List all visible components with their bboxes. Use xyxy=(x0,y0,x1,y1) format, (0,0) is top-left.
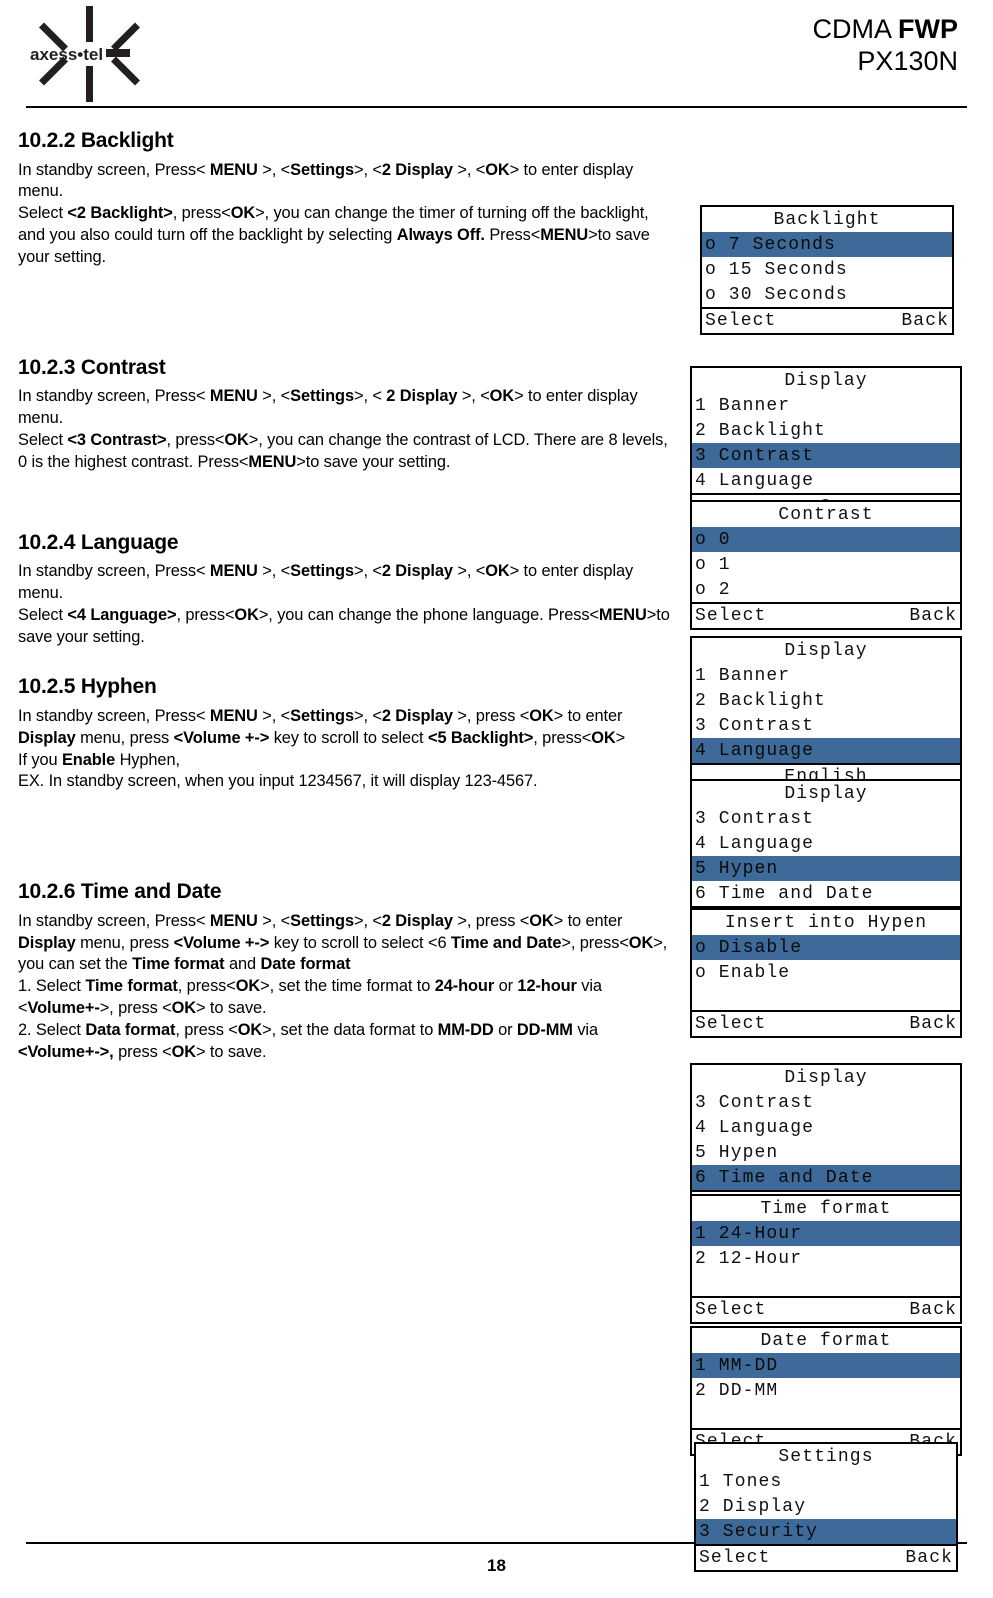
section-body-time-and-date: In standby screen, Press< MENU >, <Setti… xyxy=(18,911,668,1061)
lcd-item-contrast[interactable]: 3 Contrast xyxy=(692,806,960,831)
section-body-hyphen: In standby screen, Press< MENU >, <Setti… xyxy=(18,707,626,791)
lcd-option-contrast-1[interactable]: o 1 xyxy=(692,552,960,577)
lcd-option-30-seconds[interactable]: o 30 Seconds xyxy=(702,282,952,307)
lcd-item-language[interactable]: 4 Language xyxy=(692,1115,960,1140)
softkey-back[interactable]: Back xyxy=(909,607,957,625)
lcd-item-language[interactable]: 4 Language xyxy=(692,468,960,493)
lcd-softkey-bar: Select Back xyxy=(692,1296,960,1322)
lcd-item-contrast[interactable]: 3 Contrast xyxy=(692,713,960,738)
lcd-item-language[interactable]: 4 Language xyxy=(692,831,960,856)
lcd-panel-settings[interactable]: Settings 1 Tones 2 Display 3 Security Se… xyxy=(694,1442,958,1572)
lcd-item-time-and-date[interactable]: 6 Time and Date xyxy=(692,881,960,906)
lcd-item-contrast[interactable]: 3 Contrast xyxy=(692,1090,960,1115)
lcd-option-7-seconds[interactable]: o 7 Seconds xyxy=(702,232,952,257)
lcd-blank-row xyxy=(692,985,960,1010)
softkey-select[interactable]: Select xyxy=(705,312,776,330)
lcd-title: Display xyxy=(784,370,868,391)
lcd-option-24-hour[interactable]: 1 24-Hour xyxy=(692,1221,960,1246)
section-body-backlight: In standby screen, Press< MENU >, <Setti… xyxy=(18,160,650,266)
header-model-number: PX130N xyxy=(857,45,958,76)
lcd-item-banner[interactable]: 1 Banner xyxy=(692,393,960,418)
lcd-softkey-bar: Select Back xyxy=(692,1010,960,1036)
lcd-panel-display-menu-language[interactable]: Display 1 Banner 2 Backlight 3 Contrast … xyxy=(690,636,962,790)
lcd-title: Settings xyxy=(778,1446,874,1467)
section-heading-hyphen: 10.2.5 Hyphen xyxy=(18,675,157,699)
lcd-title: Date format xyxy=(760,1330,892,1351)
lcd-item-display[interactable]: 2 Display xyxy=(696,1494,956,1519)
logo-wordmark: axess•tel xyxy=(30,45,103,64)
softkey-select[interactable]: Select xyxy=(695,607,766,625)
lcd-item-tones[interactable]: 1 Tones xyxy=(696,1469,956,1494)
page-header: axess•tel CDMA FWP PX130N xyxy=(0,0,993,108)
header-cdma-text: CDMA xyxy=(812,14,898,44)
lcd-blank-row xyxy=(692,1403,960,1428)
softkey-back[interactable]: Back xyxy=(905,1549,953,1567)
lcd-item-hypen[interactable]: 5 Hypen xyxy=(692,1140,960,1165)
softkey-select[interactable]: Select xyxy=(695,1301,766,1319)
lcd-title: Backlight xyxy=(773,209,881,230)
lcd-title: Time format xyxy=(760,1198,892,1219)
softkey-select[interactable]: Select xyxy=(699,1549,770,1567)
section-heading-contrast: 10.2.3 Contrast xyxy=(18,355,166,379)
header-divider xyxy=(26,106,967,108)
softkey-back[interactable]: Back xyxy=(901,312,949,330)
lcd-panel-date-format[interactable]: Date format 1 MM-DD 2 DD-MM Select Back xyxy=(690,1326,962,1456)
lcd-option-disable[interactable]: o Disable xyxy=(692,935,960,960)
lcd-item-security[interactable]: 3 Security xyxy=(696,1519,956,1544)
softkey-back[interactable]: Back xyxy=(909,1015,957,1033)
section-body-contrast: In standby screen, Press< MENU >, <Setti… xyxy=(18,387,668,471)
lcd-panel-display-menu-contrast[interactable]: Display 1 Banner 2 Backlight 3 Contrast … xyxy=(690,366,962,520)
lcd-option-contrast-2[interactable]: o 2 xyxy=(692,577,960,602)
lcd-item-backlight[interactable]: 2 Backlight xyxy=(692,688,960,713)
lcd-item-backlight[interactable]: 2 Backlight xyxy=(692,418,960,443)
lcd-option-enable[interactable]: o Enable xyxy=(692,960,960,985)
lcd-panel-contrast[interactable]: Contrast o 0 o 1 o 2 Select Back xyxy=(690,500,962,630)
lcd-item-time-and-date[interactable]: 6 Time and Date xyxy=(692,1165,960,1190)
document-header-title: CDMA FWP PX130N xyxy=(812,14,958,78)
lcd-panel-backlight[interactable]: Backlight o 7 Seconds o 15 Seconds o 30 … xyxy=(700,205,954,335)
lcd-blank-row xyxy=(692,1271,960,1296)
softkey-select[interactable]: Select xyxy=(695,1015,766,1033)
lcd-title: Insert into Hypen xyxy=(724,912,928,933)
axesstel-logo: axess•tel xyxy=(22,4,162,104)
section-body-language: In standby screen, Press< MENU >, <Setti… xyxy=(18,562,670,646)
logo-starburst-icon: axess•tel xyxy=(30,6,140,102)
lcd-panel-insert-into-hypen[interactable]: Insert into Hypen o Disable o Enable Sel… xyxy=(690,908,962,1038)
lcd-panel-time-format[interactable]: Time format 1 24-Hour 2 12-Hour Select B… xyxy=(690,1194,962,1324)
lcd-option-dd-mm[interactable]: 2 DD-MM xyxy=(692,1378,960,1403)
section-heading-backlight: 10.2.2 Backlight xyxy=(18,129,174,152)
header-title-line1: CDMA FWP xyxy=(812,14,958,46)
lcd-item-hypen[interactable]: 5 Hypen xyxy=(692,856,960,881)
lcd-item-banner[interactable]: 1 Banner xyxy=(692,663,960,688)
lcd-softkey-bar: Select Back xyxy=(702,307,952,333)
softkey-back[interactable]: Back xyxy=(909,1301,957,1319)
lcd-option-mm-dd[interactable]: 1 MM-DD xyxy=(692,1353,960,1378)
lcd-title: Display xyxy=(784,640,868,661)
lcd-item-language[interactable]: 4 Language xyxy=(692,738,960,763)
section-heading-language: 10.2.4 Language xyxy=(18,530,179,554)
document-text-column: 10.2.2 Backlight In standby screen, Pres… xyxy=(18,128,680,1064)
lcd-softkey-bar: Select Back xyxy=(692,602,960,628)
lcd-option-15-seconds[interactable]: o 15 Seconds xyxy=(702,257,952,282)
lcd-softkey-bar: Select Back xyxy=(696,1544,956,1570)
section-heading-time-and-date: 10.2.6 Time and Date xyxy=(18,880,222,904)
lcd-title: Display xyxy=(784,1067,868,1088)
header-fwp-text: FWP xyxy=(898,14,958,44)
lcd-option-12-hour[interactable]: 2 12-Hour xyxy=(692,1246,960,1271)
lcd-item-contrast[interactable]: 3 Contrast xyxy=(692,443,960,468)
lcd-option-contrast-0[interactable]: o 0 xyxy=(692,527,960,552)
lcd-title: Contrast xyxy=(778,504,874,525)
lcd-title: Display xyxy=(784,783,868,804)
